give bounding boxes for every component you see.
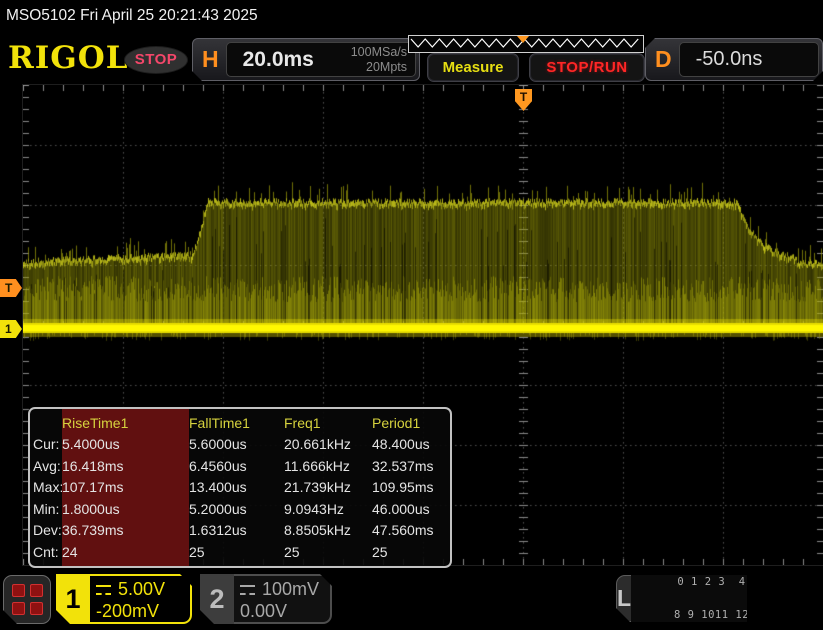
row-label: Cnt: xyxy=(33,543,59,560)
table-value: 25 xyxy=(189,543,205,560)
table-value: 109.95ms xyxy=(372,479,434,495)
digital-channel-numbers: 0 1 2 3 4 5 6 7 8 9 1011 12131415 xyxy=(631,555,792,630)
table-value: 8.8505kHz xyxy=(284,522,351,538)
logic-analyzer-label: L xyxy=(617,585,632,611)
row-label: Min: xyxy=(33,500,60,517)
channel2-status-panel[interactable]: 2 100mV 0.00V xyxy=(200,574,332,624)
measurement-table: RiseTime1 FallTime1 Freq1 Period1 Cur: 5… xyxy=(28,407,452,568)
table-value: 48.400us xyxy=(372,436,430,452)
column-header: Period1 xyxy=(372,415,421,431)
table-value: 16.418ms xyxy=(62,455,189,477)
table-value: 9.0943Hz xyxy=(284,500,344,517)
table-value: 1.8000us xyxy=(62,498,189,520)
channel2-scale: 100mV xyxy=(262,579,320,599)
memory-depth: 20Mpts xyxy=(366,59,407,74)
table-value: 25 xyxy=(284,543,300,560)
table-value: 5.6000us xyxy=(189,436,247,452)
table-value: 21.739kHz xyxy=(284,479,351,495)
menu-grid-icon xyxy=(30,602,43,615)
row-label: Avg: xyxy=(33,457,61,474)
digital-channels-row1: 0 1 2 3 4 5 6 7 xyxy=(677,576,787,589)
oscilloscope-screen: MSO5102 Fri April 25 20:21:43 2025 RIGOL… xyxy=(0,0,823,630)
digital-channels-row2: 8 9 1011 12131415 xyxy=(674,608,790,621)
channel1-offset: -200mV xyxy=(96,601,160,621)
timebase-value: 20.0ms xyxy=(242,47,314,71)
menu-grid-button[interactable] xyxy=(3,575,51,624)
column-header: Freq1 xyxy=(284,415,321,431)
delay-label: D xyxy=(655,46,672,72)
table-value: 5.2000us xyxy=(189,500,247,517)
channel1-status-panel[interactable]: 1 5.00V -200mV xyxy=(56,574,192,624)
table-value: 11.666kHz xyxy=(284,457,350,474)
channel1-ground-marker[interactable]: 1 xyxy=(0,320,22,338)
row-label: Max: xyxy=(33,479,64,495)
table-value: 5.4000us xyxy=(62,434,189,456)
column-header: RiseTime1 xyxy=(62,409,189,434)
trigger-position-pointer-icon xyxy=(517,36,529,43)
sample-rate: 100MSa/s xyxy=(350,44,407,59)
menu-grid-icon xyxy=(30,584,43,597)
horizontal-timebase-panel[interactable]: H 20.0ms 100MSa/s 20Mpts xyxy=(192,38,420,81)
channel2-number: 2 xyxy=(200,574,234,624)
table-value: 20.661kHz xyxy=(284,436,351,452)
measure-button[interactable]: Measure xyxy=(427,53,519,82)
table-value: 6.4560us xyxy=(189,457,247,474)
rigol-logo: RIGOL xyxy=(8,40,129,76)
trigger-level-marker[interactable]: T xyxy=(0,279,22,297)
table-value: 24 xyxy=(62,541,189,566)
column-header: FallTime1 xyxy=(189,415,250,431)
channel2-offset: 0.00V xyxy=(240,601,288,621)
stop-run-button[interactable]: STOP/RUN xyxy=(529,53,645,82)
trigger-delay-panel[interactable]: D -50.0ns xyxy=(645,38,823,81)
row-label: Cur: xyxy=(33,436,60,452)
dc-coupling-icon xyxy=(96,585,111,595)
table-value: 107.17ms xyxy=(62,477,189,499)
menu-grid-icon xyxy=(12,584,25,597)
channel1-number: 1 xyxy=(56,574,90,624)
model-and-clock: MSO5102 Fri April 25 20:21:43 2025 xyxy=(6,7,258,24)
table-value: 1.6312us xyxy=(189,522,247,538)
delay-value: -50.0ns xyxy=(695,48,763,70)
table-value: 25 xyxy=(372,543,388,560)
table-corner xyxy=(30,409,62,434)
table-value: 32.537ms xyxy=(372,457,434,474)
logic-analyzer-panel[interactable]: L 0 1 2 3 4 5 6 7 8 9 1011 12131415 xyxy=(616,575,747,622)
channel1-scale: 5.00V xyxy=(118,579,166,599)
table-value: 36.739ms xyxy=(62,520,189,542)
table-value: 46.000us xyxy=(372,500,430,517)
horizontal-label: H xyxy=(202,46,219,72)
table-value: 13.400us xyxy=(189,479,247,495)
row-label: Dev: xyxy=(33,522,62,538)
menu-grid-icon xyxy=(12,602,25,615)
acquisition-state-badge: STOP xyxy=(124,46,188,74)
dc-coupling-icon xyxy=(240,585,255,595)
table-value: 47.560ms xyxy=(372,522,434,538)
sample-rate-block: 100MSa/s 20Mpts xyxy=(351,45,415,75)
